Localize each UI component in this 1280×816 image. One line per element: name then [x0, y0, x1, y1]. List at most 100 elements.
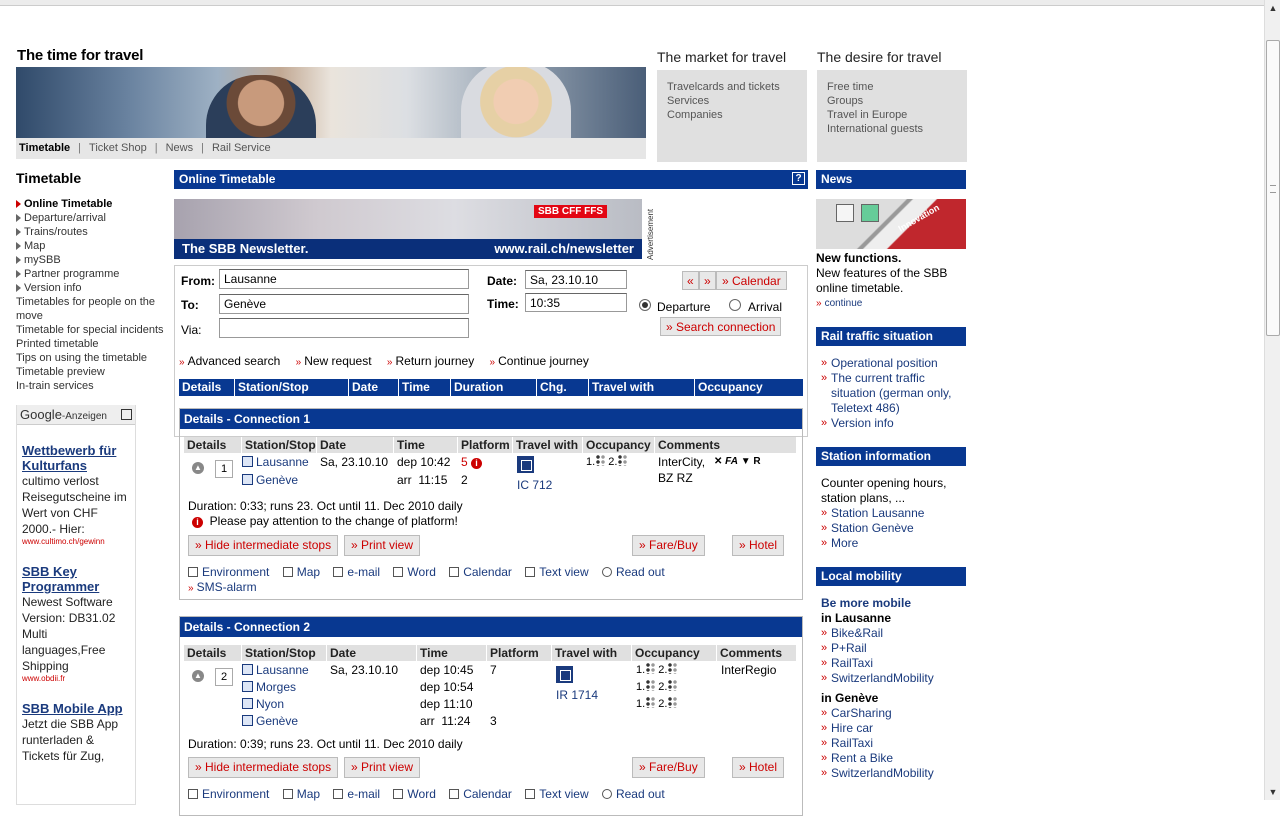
read-out-link[interactable]: Read out — [601, 565, 665, 579]
email-link[interactable]: e-mail — [333, 787, 380, 801]
stop-station[interactable]: Genève — [242, 472, 298, 488]
fare-buy-button[interactable]: » Fare/Buy — [632, 757, 705, 778]
hotel-button[interactable]: » Hotel — [732, 757, 785, 778]
from-input[interactable] — [219, 269, 469, 289]
market-link[interactable]: Travelcards and tickets — [667, 80, 797, 94]
stop-station[interactable]: Nyon — [242, 696, 284, 712]
ad-title[interactable]: Wettbewerb für Kulturfans — [22, 443, 130, 473]
ad-url[interactable]: www.cultimo.ch/gewinn — [22, 537, 130, 546]
nav-printed-timetable[interactable]: Printed timetable — [16, 337, 166, 351]
nav-tips[interactable]: Tips on using the timetable — [16, 351, 166, 365]
hide-stops-button[interactable]: » Hide intermediate stops — [188, 757, 339, 778]
help-icon[interactable]: ? — [792, 172, 805, 185]
news-image[interactable]: Innovation — [816, 199, 966, 249]
word-link[interactable]: Word — [393, 565, 436, 579]
newsletter-banner[interactable]: SBB CFF FFS The SBB Newsletter. www.rail… — [174, 199, 642, 259]
ad-title[interactable]: SBB Mobile App — [22, 701, 130, 716]
advanced-search-link[interactable]: » Advanced search — [179, 354, 280, 368]
departure-radio[interactable] — [639, 299, 651, 311]
calendar-link[interactable]: Calendar — [449, 787, 512, 801]
new-request-link[interactable]: » New request — [296, 354, 372, 368]
market-link[interactable]: Companies — [667, 108, 797, 122]
collapse-icon[interactable]: ▲ — [192, 462, 204, 474]
vertical-scrollbar[interactable]: ▲ ▼ — [1264, 0, 1280, 800]
ad-url[interactable]: www.obdii.fr — [22, 674, 130, 683]
railtaxi-link[interactable]: RailTaxi — [821, 736, 961, 751]
tab-timetable[interactable]: Timetable — [19, 142, 70, 154]
desire-link[interactable]: Groups — [827, 94, 957, 108]
stop-station[interactable]: Morges — [242, 679, 296, 695]
station-geneve-link[interactable]: Station Genève — [821, 521, 961, 536]
text-view-link[interactable]: Text view — [525, 565, 589, 579]
switzerland-mobility-link[interactable]: SwitzerlandMobility — [821, 671, 961, 686]
word-link[interactable]: Word — [393, 787, 436, 801]
operational-position-link[interactable]: Operational position — [821, 356, 961, 371]
date-input[interactable] — [525, 270, 627, 289]
map-link[interactable]: Map — [282, 787, 320, 801]
market-title[interactable]: The market for travel — [657, 49, 807, 65]
scroll-down-icon[interactable]: ▼ — [1265, 784, 1280, 800]
via-input[interactable] — [219, 318, 469, 338]
search-connection-button[interactable]: » Search connection — [660, 317, 782, 336]
nav-people-on-move[interactable]: Timetables for people on the move — [16, 295, 166, 323]
environment-link[interactable]: Environment — [188, 787, 269, 801]
text-view-link[interactable]: Text view — [525, 787, 589, 801]
continue-journey-link[interactable]: » Continue journey — [490, 354, 589, 368]
train-info[interactable]: IC 712 — [517, 456, 552, 493]
external-link-icon[interactable] — [121, 409, 132, 420]
hire-car-link[interactable]: Hire car — [821, 721, 961, 736]
traffic-situation-link[interactable]: The current traffic situation (german on… — [821, 371, 961, 416]
desire-link[interactable]: International guests — [827, 122, 957, 136]
nav-departure-arrival[interactable]: Departure/arrival — [16, 211, 166, 225]
next-day-button[interactable]: » — [699, 271, 716, 290]
calendar-button[interactable]: » Calendar — [716, 271, 787, 290]
info-icon[interactable]: i — [471, 458, 483, 469]
ad-item[interactable]: Wettbewerb für Kulturfans cultimo verlos… — [17, 443, 135, 546]
version-info-link[interactable]: Version info — [821, 416, 961, 431]
stop-station[interactable]: Lausanne — [242, 454, 309, 470]
switzerland-mobility-link[interactable]: SwitzerlandMobility — [821, 766, 961, 781]
tab-news[interactable]: News — [166, 142, 194, 154]
time-input[interactable] — [525, 293, 627, 312]
ad-title[interactable]: SBB Key Programmer — [22, 564, 130, 594]
stop-station[interactable]: Genève — [242, 713, 298, 729]
nav-timetable-preview[interactable]: Timetable preview — [16, 365, 166, 379]
carsharing-link[interactable]: CarSharing — [821, 706, 961, 721]
collapse-icon[interactable]: ▲ — [192, 670, 204, 682]
nav-online-timetable[interactable]: Online Timetable — [16, 197, 166, 211]
nav-mysbb[interactable]: mySBB — [16, 253, 166, 267]
train-info[interactable]: IR 1714 — [556, 666, 598, 703]
nav-partner-programme[interactable]: Partner programme — [16, 267, 166, 281]
station-more-link[interactable]: More — [821, 536, 961, 551]
sms-alarm-link[interactable]: » SMS-alarm — [188, 580, 257, 594]
fare-buy-button[interactable]: » Fare/Buy — [632, 535, 705, 556]
bike-rail-link[interactable]: Bike&Rail — [821, 626, 961, 641]
desire-link[interactable]: Travel in Europe — [827, 108, 957, 122]
station-lausanne-link[interactable]: Station Lausanne — [821, 506, 961, 521]
hotel-button[interactable]: » Hotel — [732, 535, 785, 556]
hide-stops-button[interactable]: » Hide intermediate stops — [188, 535, 339, 556]
nav-version-info[interactable]: Version info — [16, 281, 166, 295]
p-rail-link[interactable]: P+Rail — [821, 641, 961, 656]
environment-link[interactable]: Environment — [188, 565, 269, 579]
to-input[interactable] — [219, 294, 469, 314]
stop-station[interactable]: Lausanne — [242, 662, 309, 678]
scroll-up-icon[interactable]: ▲ — [1265, 0, 1280, 16]
desire-link[interactable]: Free time — [827, 80, 957, 94]
rent-a-bike-link[interactable]: Rent a Bike — [821, 751, 961, 766]
map-link[interactable]: Map — [282, 565, 320, 579]
nav-special-incidents[interactable]: Timetable for special incidents — [16, 323, 166, 337]
return-journey-link[interactable]: » Return journey — [387, 354, 474, 368]
nav-map[interactable]: Map — [16, 239, 166, 253]
prev-day-button[interactable]: « — [682, 271, 699, 290]
print-view-button[interactable]: » Print view — [344, 757, 421, 778]
tab-ticket-shop[interactable]: Ticket Shop — [89, 142, 147, 154]
desire-title[interactable]: The desire for travel — [817, 49, 967, 65]
nav-trains-routes[interactable]: Trains/routes — [16, 225, 166, 239]
railtaxi-link[interactable]: RailTaxi — [821, 656, 961, 671]
arrival-radio[interactable] — [729, 299, 741, 311]
ad-item[interactable]: SBB Key Programmer Newest Software Versi… — [17, 564, 135, 683]
email-link[interactable]: e-mail — [333, 565, 380, 579]
read-out-link[interactable]: Read out — [601, 787, 665, 801]
nav-in-train-services[interactable]: In-train services — [16, 379, 166, 393]
